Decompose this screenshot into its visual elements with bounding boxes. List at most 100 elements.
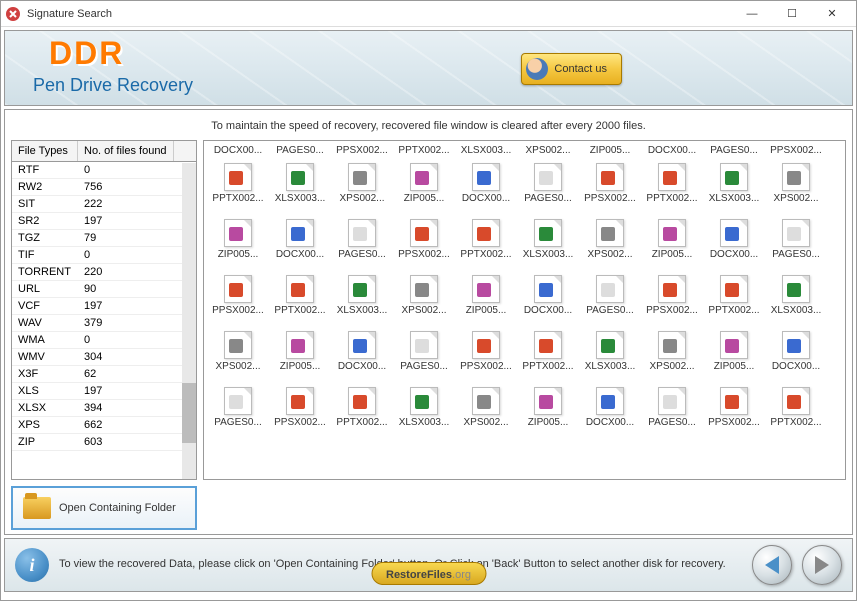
file-item[interactable]: PAGES0... (332, 219, 392, 273)
file-item[interactable]: XLSX003... (270, 163, 330, 217)
file-type-row[interactable]: XPS662 (12, 417, 196, 434)
file-types-rows[interactable]: RTF0RW2756SIT222SR2197TGZ79TIF0TORRENT22… (12, 162, 196, 479)
file-icon (410, 331, 438, 359)
file-icon (472, 219, 500, 247)
open-containing-folder-button[interactable]: Open Containing Folder (11, 486, 197, 530)
file-item[interactable]: XLSX003... (332, 275, 392, 329)
file-item[interactable]: PAGES0... (704, 145, 764, 161)
file-type-row[interactable]: SIT222 (12, 196, 196, 213)
file-item[interactable]: ZIP005... (642, 219, 702, 273)
file-type-row[interactable]: RW2756 (12, 179, 196, 196)
file-icon (720, 219, 748, 247)
file-item[interactable]: PAGES0... (766, 219, 826, 273)
file-icon (782, 331, 810, 359)
file-type-row[interactable]: WMV304 (12, 349, 196, 366)
file-item[interactable]: PPTX002... (704, 275, 764, 329)
scrollbar-thumb[interactable] (182, 383, 196, 443)
file-item[interactable]: PPSX002... (208, 275, 268, 329)
file-item[interactable]: DOCX00... (270, 219, 330, 273)
file-item[interactable]: PPSX002... (580, 163, 640, 217)
file-item[interactable]: DOCX00... (766, 331, 826, 385)
file-item[interactable]: PPSX002... (332, 145, 392, 161)
file-type-row[interactable]: URL90 (12, 281, 196, 298)
file-item[interactable]: XPS002... (394, 275, 454, 329)
file-item[interactable]: ZIP005... (518, 387, 578, 441)
file-type-row[interactable]: WMA0 (12, 332, 196, 349)
file-item[interactable]: PAGES0... (208, 387, 268, 441)
file-item[interactable]: DOCX00... (704, 219, 764, 273)
file-item[interactable]: XLSX003... (704, 163, 764, 217)
forward-button[interactable] (802, 545, 842, 585)
file-item[interactable]: XLSX003... (394, 387, 454, 441)
file-type-row[interactable]: XLS197 (12, 383, 196, 400)
file-item[interactable]: PPTX002... (332, 387, 392, 441)
file-item[interactable]: XPS002... (766, 163, 826, 217)
file-item[interactable]: DOCX00... (208, 145, 268, 161)
file-item[interactable]: XLSX003... (766, 275, 826, 329)
file-type-row[interactable]: TIF0 (12, 247, 196, 264)
file-item[interactable]: XPS002... (580, 219, 640, 273)
col-count[interactable]: No. of files found (78, 141, 174, 161)
file-item[interactable]: ZIP005... (704, 331, 764, 385)
file-item[interactable]: PPTX002... (270, 275, 330, 329)
file-item[interactable]: PPTX002... (394, 145, 454, 161)
file-item[interactable]: ZIP005... (456, 275, 516, 329)
file-item[interactable]: DOCX00... (642, 145, 702, 161)
file-item[interactable]: DOCX00... (580, 387, 640, 441)
file-item[interactable]: ZIP005... (580, 145, 640, 161)
file-type-row[interactable]: WAV379 (12, 315, 196, 332)
file-item[interactable]: PPSX002... (704, 387, 764, 441)
file-item[interactable]: ZIP005... (208, 219, 268, 273)
file-item[interactable]: XLSX003... (518, 219, 578, 273)
file-type-row[interactable]: SR2197 (12, 213, 196, 230)
file-icon (348, 219, 376, 247)
file-label: PAGES0... (518, 193, 578, 204)
file-type-row[interactable]: XLSX394 (12, 400, 196, 417)
file-item[interactable]: XPS002... (208, 331, 268, 385)
file-label: PPSX002... (766, 145, 826, 156)
col-file-types[interactable]: File Types (12, 141, 78, 161)
scrollbar-track[interactable] (182, 163, 196, 479)
file-type-row[interactable]: X3F62 (12, 366, 196, 383)
close-button[interactable]: ✕ (812, 3, 852, 25)
files-grid[interactable]: DOCX00...PAGES0...PPSX002...PPTX002...XL… (203, 140, 846, 480)
file-type-row[interactable]: TORRENT220 (12, 264, 196, 281)
file-item[interactable]: PPTX002... (456, 219, 516, 273)
file-item[interactable]: PPTX002... (518, 331, 578, 385)
file-item[interactable]: PPTX002... (766, 387, 826, 441)
file-item[interactable]: XPS002... (642, 331, 702, 385)
file-item[interactable]: PAGES0... (580, 275, 640, 329)
file-item[interactable]: XPS002... (456, 387, 516, 441)
file-type-row[interactable]: RTF0 (12, 162, 196, 179)
file-item[interactable]: DOCX00... (518, 275, 578, 329)
file-item[interactable]: DOCX00... (456, 163, 516, 217)
file-item[interactable]: PPTX002... (642, 163, 702, 217)
file-item[interactable]: ZIP005... (270, 331, 330, 385)
minimize-button[interactable]: — (732, 3, 772, 25)
file-item[interactable]: XPS002... (518, 145, 578, 161)
file-item[interactable]: PAGES0... (270, 145, 330, 161)
file-item[interactable]: XLSX003... (580, 331, 640, 385)
file-item[interactable]: PPSX002... (642, 275, 702, 329)
file-item[interactable]: XLSX003... (456, 145, 516, 161)
file-item[interactable]: ZIP005... (394, 163, 454, 217)
file-item[interactable]: PPSX002... (456, 331, 516, 385)
file-type-row[interactable]: TGZ79 (12, 230, 196, 247)
file-type-row[interactable]: ZIP603 (12, 434, 196, 451)
file-item[interactable]: PAGES0... (394, 331, 454, 385)
file-type-row[interactable]: VCF197 (12, 298, 196, 315)
back-button[interactable] (752, 545, 792, 585)
file-item[interactable]: DOCX00... (332, 331, 392, 385)
maximize-button[interactable]: ☐ (772, 3, 812, 25)
file-item[interactable]: PAGES0... (518, 163, 578, 217)
file-item[interactable]: PPSX002... (766, 145, 826, 161)
file-types-panel: File Types No. of files found RTF0RW2756… (11, 140, 197, 480)
file-type-count: 197 (78, 298, 108, 314)
file-item[interactable]: PPSX002... (270, 387, 330, 441)
contact-us-button[interactable]: Contact us (521, 53, 622, 85)
file-item[interactable]: PPTX002... (208, 163, 268, 217)
file-item[interactable]: PAGES0... (642, 387, 702, 441)
file-icon (224, 387, 252, 415)
file-item[interactable]: PPSX002... (394, 219, 454, 273)
file-item[interactable]: XPS002... (332, 163, 392, 217)
